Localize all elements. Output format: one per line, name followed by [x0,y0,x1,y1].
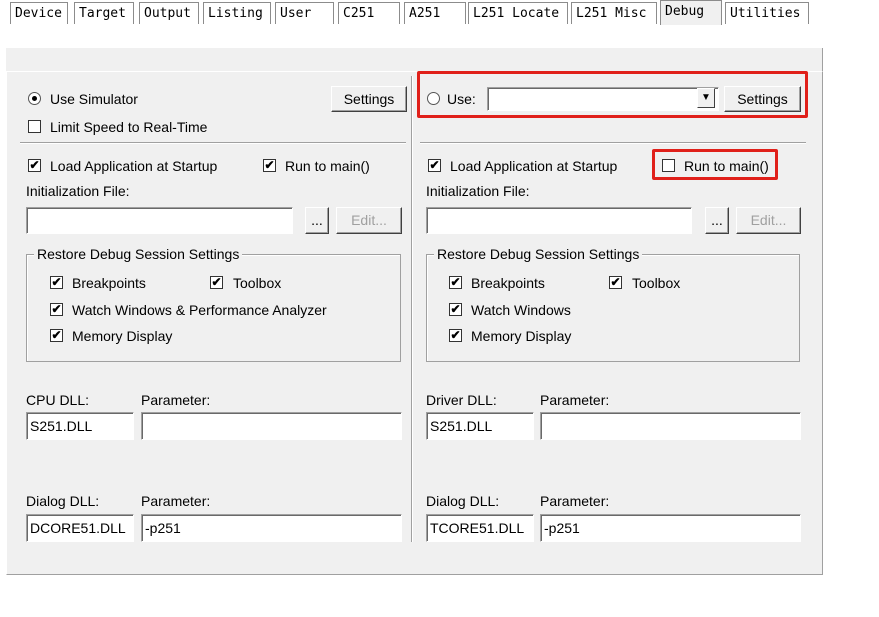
right-memory-checkbox[interactable]: ✔ [449,329,462,342]
cpu-param-label: Parameter: [141,392,211,408]
use-simulator-label: Use Simulator [50,91,138,107]
tab-l251-locate[interactable]: L251 Locate [468,2,568,24]
right-dialog-param-label: Parameter: [540,493,610,509]
tab-listing[interactable]: Listing [203,2,271,24]
left-init-file-label: Initialization File: [26,183,130,199]
right-watch-label: Watch Windows [471,302,571,318]
left-init-file-input[interactable] [26,207,293,234]
simulator-settings-button[interactable]: Settings [331,86,407,112]
left-toolbox-checkbox[interactable]: ✔ [210,276,223,289]
right-breakpoints-checkbox[interactable]: ✔ [449,276,462,289]
tab-a251[interactable]: A251 [404,2,466,24]
driver-dll-input[interactable]: S251.DLL [426,412,534,440]
right-separator [420,142,806,144]
tab-output[interactable]: Output [139,2,199,24]
cpu-dll-input[interactable]: S251.DLL [26,412,134,440]
tab-l251-misc[interactable]: L251 Misc [571,2,657,24]
left-browse-button[interactable]: ... [305,207,329,234]
right-toolbox-checkbox[interactable]: ✔ [609,276,622,289]
left-dialog-param-input[interactable]: -p251 [141,514,402,542]
left-toolbox-label: Toolbox [233,275,282,291]
left-load-app-checkbox[interactable]: ✔ [28,159,41,172]
driver-param-label: Parameter: [540,392,610,408]
left-memory-checkbox[interactable]: ✔ [50,329,63,342]
right-breakpoints-label: Breakpoints [471,275,545,291]
right-restore-group-title: Restore Debug Session Settings [434,246,643,262]
driver-param-input[interactable] [540,412,801,440]
limit-speed-label: Limit Speed to Real-Time [50,119,208,135]
left-dialog-param-label: Parameter: [141,493,211,509]
tab-debug[interactable]: Debug [660,0,722,25]
tab-target[interactable]: Target [74,2,134,24]
right-init-file-label: Initialization File: [426,183,530,199]
right-dialog-dll-input[interactable]: TCORE51.DLL [426,514,534,542]
highlight-box-driver [417,71,808,118]
tab-utilities[interactable]: Utilities [725,2,809,24]
tab-c251[interactable]: C251 [338,2,400,24]
left-dialog-dll-input[interactable]: DCORE51.DLL [26,514,134,542]
right-load-app-label: Load Application at Startup [450,158,618,174]
highlight-box-run-to-main [652,149,778,180]
right-load-app-checkbox[interactable]: ✔ [428,159,441,172]
right-watch-checkbox[interactable]: ✔ [449,303,462,316]
driver-dll-label: Driver DLL: [426,392,497,408]
cpu-param-input[interactable] [141,412,402,440]
panel-divider [411,76,413,542]
left-separator [20,142,406,144]
right-dialog-param-input[interactable]: -p251 [540,514,801,542]
left-dialog-dll-label: Dialog DLL: [26,493,100,509]
left-run-to-main-label: Run to main() [285,158,370,174]
right-browse-button[interactable]: ... [705,207,729,234]
left-restore-group-title: Restore Debug Session Settings [34,246,243,262]
limit-speed-checkbox[interactable] [28,120,41,133]
left-watch-checkbox[interactable]: ✔ [50,303,63,316]
left-load-app-label: Load Application at Startup [50,158,218,174]
right-init-file-input[interactable] [426,207,692,234]
left-watch-label: Watch Windows & Performance Analyzer [72,302,327,318]
left-run-to-main-checkbox[interactable]: ✔ [263,159,276,172]
right-toolbox-label: Toolbox [632,275,681,291]
tab-user[interactable]: User [275,2,334,24]
right-memory-label: Memory Display [471,328,572,344]
cpu-dll-label: CPU DLL: [26,392,90,408]
right-edit-button[interactable]: Edit... [736,207,801,234]
left-memory-label: Memory Display [72,328,173,344]
right-dialog-dll-label: Dialog DLL: [426,493,500,509]
left-edit-button[interactable]: Edit... [336,207,402,234]
use-simulator-radio[interactable] [28,92,41,105]
left-breakpoints-label: Breakpoints [72,275,146,291]
left-breakpoints-checkbox[interactable]: ✔ [50,276,63,289]
tab-device[interactable]: Device [10,2,68,24]
